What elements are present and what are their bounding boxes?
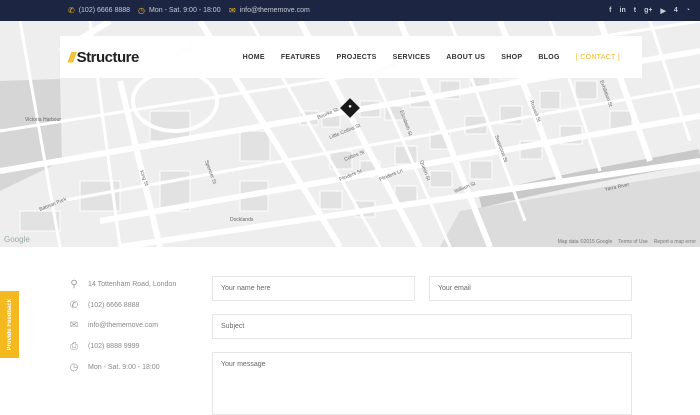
contact-fax: ⎙ (102) 8888 9999 bbox=[68, 341, 139, 352]
contact-phone: ✆ (102) 6666 8888 bbox=[68, 300, 140, 311]
contact-email[interactable]: ✉ info@thememove.com bbox=[68, 320, 158, 331]
nav-menu: HOME FEATURES PROJECTS SERVICES ABOUT US… bbox=[243, 36, 620, 78]
facebook-icon[interactable]: f bbox=[609, 7, 611, 14]
youtube-icon[interactable]: ▶ bbox=[660, 7, 665, 15]
twitter-icon[interactable]: t bbox=[634, 7, 636, 14]
topbar-phone-text: (102) 6666 8888 bbox=[78, 7, 131, 14]
contact-address: ⚲ 14 Tottenham Road, London bbox=[68, 279, 176, 290]
logo-text: Structure bbox=[76, 48, 140, 66]
contact-section: ⚲ 14 Tottenham Road, London ✆ (102) 6666… bbox=[0, 247, 700, 415]
phone-icon: ✆ bbox=[69, 300, 79, 311]
map-credit-text: Map data ©2015 Google bbox=[557, 239, 613, 245]
google-plus-icon[interactable]: g+ bbox=[644, 7, 652, 14]
contact-hours: ◷ Mon - Sat. 9:00 - 18:00 bbox=[68, 362, 160, 373]
map-street-label: Docklands bbox=[230, 217, 254, 223]
phone-icon: ✆ bbox=[68, 6, 75, 15]
email-placeholder: Your email bbox=[438, 285, 471, 292]
message-textarea[interactable]: Your message bbox=[212, 352, 632, 415]
nav-item-contact[interactable]: [ CONTACT ] bbox=[576, 54, 620, 61]
nav-item-blog[interactable]: BLOG bbox=[538, 54, 559, 61]
envelope-icon: ✉ bbox=[229, 6, 236, 15]
map-pin-dot-icon: ● bbox=[348, 104, 352, 110]
nav-item-home[interactable]: HOME bbox=[243, 54, 265, 61]
fax-icon: ⎙ bbox=[70, 341, 78, 352]
logo-mark: /// bbox=[68, 49, 76, 65]
topbar-phone: ✆ (102) 6666 8888 bbox=[68, 0, 130, 21]
linkedin-icon[interactable]: in bbox=[620, 7, 626, 14]
map-terms-link[interactable]: Terms of Use bbox=[618, 239, 647, 245]
google-logo: Google bbox=[4, 235, 30, 244]
name-placeholder: Your name here bbox=[221, 285, 271, 292]
map-attribution: Map data ©2015 Google Terms of Use Repor… bbox=[558, 239, 696, 245]
contact-address-text: 14 Tottenham Road, London bbox=[88, 281, 177, 288]
topbar-email[interactable]: ✉ info@thememove.com bbox=[229, 0, 310, 21]
top-bar: ✆ (102) 6666 8888 ◷ Mon - Sat. 9:00 - 18… bbox=[0, 0, 700, 21]
nav-item-shop[interactable]: SHOP bbox=[501, 54, 522, 61]
site-logo[interactable]: /// Structure bbox=[68, 48, 139, 66]
topbar-hours: ◷ Mon - Sat. 9:00 - 18:00 bbox=[138, 0, 221, 21]
clock-icon: ◷ bbox=[69, 362, 79, 373]
nav-item-services[interactable]: SERVICES bbox=[393, 54, 431, 61]
contact-email-text[interactable]: info@thememove.com bbox=[88, 322, 158, 329]
nav-item-about-us[interactable]: ABOUT US bbox=[446, 54, 485, 61]
subject-placeholder: Subject bbox=[221, 323, 245, 330]
foursquare-icon[interactable]: 4 bbox=[674, 7, 678, 14]
subject-input[interactable]: Subject bbox=[212, 314, 632, 339]
name-input[interactable]: Your name here bbox=[212, 276, 415, 301]
provide-feedback-tab[interactable]: Provide Feedback bbox=[0, 291, 19, 358]
map-marker-icon: ⚲ bbox=[70, 279, 78, 290]
topbar-email-text[interactable]: info@thememove.com bbox=[240, 7, 310, 14]
contact-fax-text: (102) 8888 9999 bbox=[88, 343, 140, 350]
main-navigation: /// Structure HOME FEATURES PROJECTS SER… bbox=[60, 36, 642, 78]
nav-item-projects[interactable]: PROJECTS bbox=[336, 54, 376, 61]
email-input[interactable]: Your email bbox=[429, 276, 632, 301]
social-links: f in t g+ ▶ 4 ◔ bbox=[609, 0, 690, 21]
feedback-label: Provide Feedback bbox=[6, 298, 13, 351]
message-placeholder: Your message bbox=[221, 361, 266, 368]
topbar-hours-text: Mon - Sat. 9:00 - 18:00 bbox=[148, 7, 221, 14]
contact-hours-text: Mon - Sat. 9:00 - 18:00 bbox=[88, 364, 160, 371]
envelope-icon: ✉ bbox=[69, 320, 79, 331]
contact-phone-text: (102) 6666 8888 bbox=[88, 302, 140, 309]
clock-icon: ◷ bbox=[138, 6, 145, 15]
rss-icon[interactable]: ◔ bbox=[686, 7, 690, 14]
map-report-link[interactable]: Report a map error bbox=[654, 239, 696, 245]
map-street-label: Victoria Harbour bbox=[25, 117, 61, 123]
nav-item-features[interactable]: FEATURES bbox=[281, 54, 321, 61]
